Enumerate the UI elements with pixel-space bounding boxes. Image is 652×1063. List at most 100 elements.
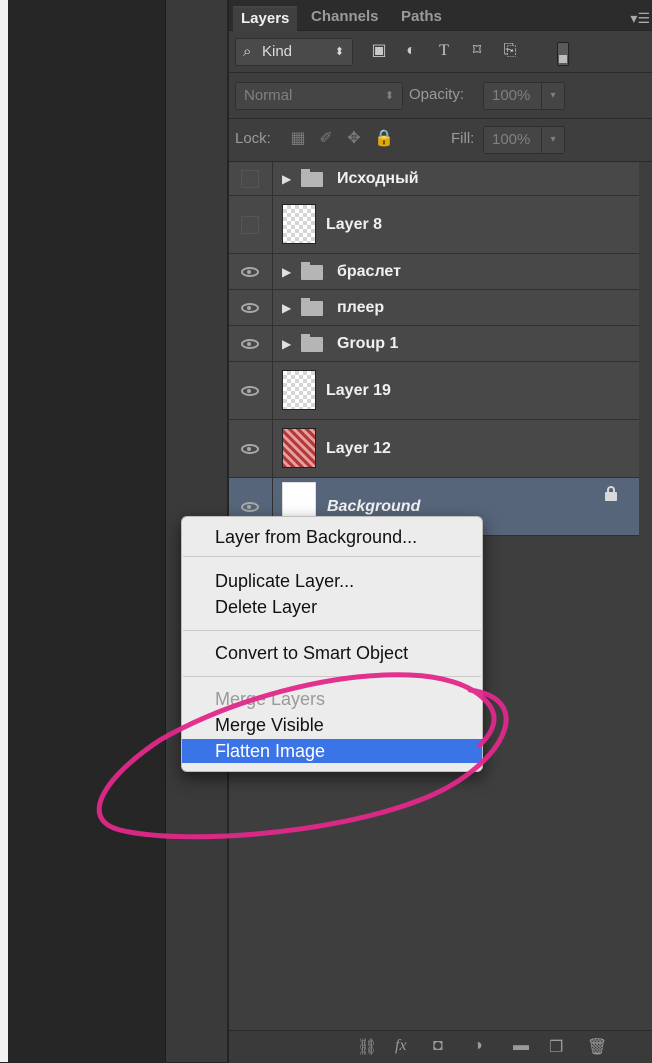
opacity-value: 100% (492, 87, 531, 104)
visibility-toggle[interactable] (229, 326, 273, 361)
layer-name: Layer 8 (326, 216, 383, 233)
fill-value: 100% (492, 131, 531, 148)
layer-name: браслет (337, 263, 401, 280)
panel-tab-bar: Layers Channels Paths ▾☰ (229, 0, 652, 32)
eye-icon (241, 444, 259, 454)
visibility-toggle[interactable] (229, 162, 273, 195)
eye-icon (241, 303, 259, 313)
tab-layers[interactable]: Layers (233, 6, 298, 32)
eye-icon (241, 502, 259, 512)
tab-channels[interactable]: Channels (303, 6, 387, 30)
layer-row-ishodny[interactable]: ▶ Исходный (229, 162, 639, 196)
filter-row: ⌕ Kind ⬍ ▣ ◐ T ⌑ ⎘ (229, 36, 652, 68)
blend-mode-select[interactable]: Normal ⬍ (235, 82, 403, 110)
layers-bottom-toolbar: ⛓ fx ◘ ◑ ▬ ❐ 🗑 (229, 1030, 652, 1063)
filter-toggle-knob (559, 55, 567, 63)
stepper-arrows-icon: ⬍ (334, 46, 344, 58)
add-mask-icon[interactable]: ◘ (433, 1037, 443, 1055)
menu-item-flatten-image[interactable]: Flatten Image (182, 739, 482, 763)
lock-position-icon[interactable]: ✥ (343, 126, 365, 152)
layer-name: Background (327, 498, 421, 515)
filter-kind-label: Kind (262, 43, 293, 60)
layer-row-layer-12[interactable]: Layer 12 (229, 420, 639, 478)
trash-icon[interactable]: 🗑 (587, 1037, 607, 1057)
lock-image-pixels-icon[interactable]: ✐ (315, 126, 337, 152)
menu-item-merge-layers: Merge Layers (215, 689, 326, 709)
menu-item-layer-from-background[interactable]: Layer from Background... (182, 525, 482, 549)
menu-separator (183, 630, 481, 631)
divider (229, 118, 652, 119)
eye-icon (241, 339, 259, 349)
canvas-area (8, 0, 165, 1062)
fx-icon[interactable]: fx (395, 1037, 407, 1055)
lock-row: Lock: ▦ ✐ ✥ 🔒 Fill: 100% ▾ (229, 124, 652, 156)
layer-name: Layer 19 (326, 382, 391, 399)
opacity-label: Opacity: (409, 86, 465, 103)
smart-object-filter-icon[interactable]: ⎘ (498, 38, 522, 64)
expand-arrow-icon[interactable]: ▶ (282, 301, 291, 315)
layer-thumbnail (282, 204, 316, 244)
left-edge-background (0, 0, 8, 1062)
blend-row: Normal ⬍ Opacity: 100% ▾ (229, 80, 652, 112)
lock-transparent-pixels-icon[interactable]: ▦ (287, 126, 309, 152)
fill-field[interactable]: 100% ▾ (483, 126, 565, 154)
menu-separator (183, 676, 481, 677)
visibility-empty-box (241, 170, 259, 188)
tab-paths[interactable]: Paths (393, 6, 450, 30)
type-layer-filter-icon[interactable]: T (432, 38, 456, 64)
fill-label: Fill: (451, 130, 475, 147)
filter-toggle-switch[interactable] (557, 42, 569, 66)
layer-name: Group 1 (337, 335, 399, 352)
eye-icon (241, 267, 259, 277)
visibility-toggle[interactable] (229, 420, 273, 477)
eye-icon (241, 386, 259, 396)
filter-kind-select[interactable]: ⌕ Kind ⬍ (235, 38, 353, 66)
layer-row-layer-19[interactable]: Layer 19 (229, 362, 639, 420)
adjustment-layer-icon[interactable]: ◑ (473, 1037, 483, 1055)
fill-dropdown-icon[interactable]: ▾ (541, 127, 564, 153)
visibility-toggle[interactable] (229, 254, 273, 289)
stepper-arrows-icon: ⬍ (384, 90, 394, 102)
layer-row-braslet[interactable]: ▶ браслет (229, 254, 639, 290)
opacity-dropdown-icon[interactable]: ▾ (541, 83, 564, 109)
visibility-toggle[interactable] (229, 196, 273, 253)
new-layer-icon[interactable]: ❐ (549, 1037, 563, 1057)
shape-layer-filter-icon[interactable]: ⌑ (465, 38, 489, 64)
layer-context-menu: Layer from Background... Duplicate Layer… (181, 516, 483, 772)
layer-name: Layer 12 (326, 440, 391, 457)
menu-item-convert-to-smart-object[interactable]: Convert to Smart Object (182, 641, 482, 665)
layer-row-pleer[interactable]: ▶ плеер (229, 290, 639, 326)
adjustment-layer-filter-icon[interactable]: ◐ (399, 38, 423, 64)
layer-thumbnail (282, 428, 316, 468)
layer-name: Исходный (337, 170, 419, 187)
expand-arrow-icon[interactable]: ▶ (282, 265, 291, 279)
pixel-layer-filter-icon[interactable]: ▣ (367, 38, 391, 64)
folder-icon (301, 334, 323, 352)
blend-mode-value: Normal (244, 87, 293, 104)
visibility-toggle[interactable] (229, 290, 273, 325)
layer-row-layer-8[interactable]: Layer 8 (229, 196, 639, 254)
expand-arrow-icon[interactable]: ▶ (282, 172, 291, 186)
divider (229, 72, 652, 73)
lock-label: Lock: (235, 130, 271, 147)
menu-separator (183, 556, 481, 557)
menu-item-duplicate-layer[interactable]: Duplicate Layer... (182, 569, 482, 593)
folder-icon (301, 262, 323, 280)
folder-icon (301, 169, 323, 187)
layer-name: плеер (337, 299, 385, 316)
new-group-icon[interactable]: ▬ (513, 1037, 529, 1055)
visibility-empty-box (241, 216, 259, 234)
lock-all-icon[interactable]: 🔒 (373, 126, 395, 152)
lock-icon (605, 486, 617, 501)
panel-menu-icon[interactable]: ▾☰ (630, 10, 650, 27)
visibility-toggle[interactable] (229, 362, 273, 419)
opacity-field[interactable]: 100% ▾ (483, 82, 565, 110)
search-icon: ⌕ (243, 43, 252, 60)
menu-item-delete-layer[interactable]: Delete Layer (182, 595, 482, 619)
folder-icon (301, 298, 323, 316)
layer-row-group-1[interactable]: ▶ Group 1 (229, 326, 639, 362)
layer-thumbnail (282, 370, 316, 410)
expand-arrow-icon[interactable]: ▶ (282, 337, 291, 351)
menu-item-merge-visible[interactable]: Merge Visible (182, 713, 482, 737)
link-layers-icon[interactable]: ⛓ (357, 1037, 377, 1057)
